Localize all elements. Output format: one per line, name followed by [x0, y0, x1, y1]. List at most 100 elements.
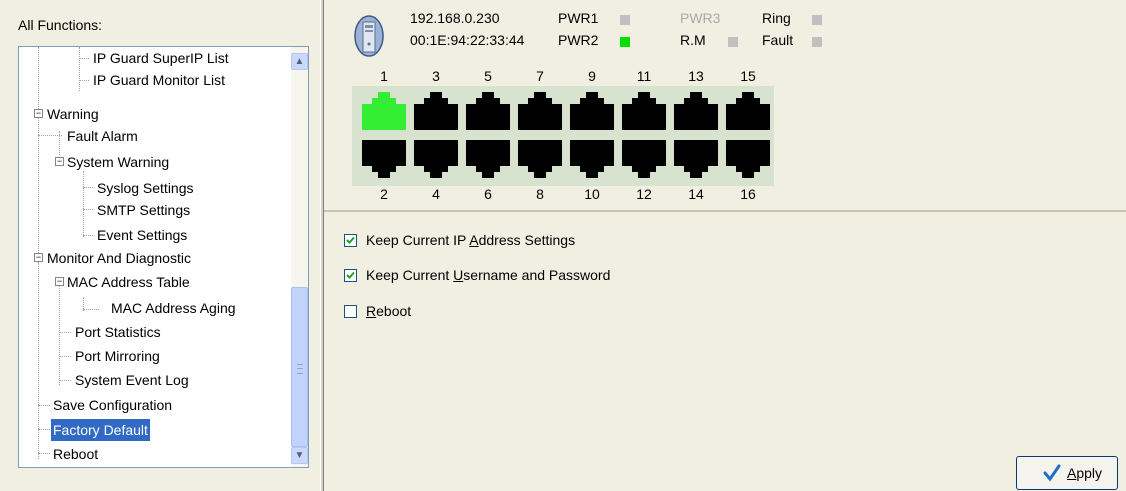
tree-item-monitor-and-diagnostic[interactable]: Monitor And Diagnostic	[47, 247, 191, 269]
tree-line	[83, 187, 93, 188]
tree-line	[59, 332, 71, 333]
tree-item-port-mirroring[interactable]: Port Mirroring	[75, 345, 160, 367]
pwr1-led	[620, 15, 630, 25]
tree-line	[38, 109, 39, 269]
tree-item-mac-address-aging[interactable]: MAC Address Aging	[111, 297, 236, 319]
port-number-5: 5	[484, 68, 492, 84]
tree-item-mac-address-table[interactable]: MAC Address Table	[67, 271, 190, 293]
reboot-label[interactable]: Reboot	[366, 303, 411, 319]
rm-led	[728, 37, 738, 47]
ring-label: Ring	[762, 10, 791, 26]
tree-line	[79, 47, 80, 91]
rm-label: R.M	[680, 32, 706, 48]
keep-ip-checkbox[interactable]	[344, 234, 357, 247]
keep-user-checkbox[interactable]	[344, 269, 357, 282]
keep-ip-label[interactable]: Keep Current IP Address Settings	[366, 232, 575, 248]
tree-scrollbar[interactable]: ▲ ▼	[291, 47, 308, 467]
tree-line	[59, 356, 71, 357]
pwr3-label: PWR3	[680, 10, 721, 26]
tree-item-warning[interactable]: Warning	[47, 103, 99, 125]
port-number-2: 2	[380, 186, 388, 202]
tree-item-system-warning[interactable]: System Warning	[67, 151, 169, 173]
port-number-8: 8	[536, 186, 544, 202]
port-12[interactable]	[622, 140, 666, 180]
tree-item-ip-guard-monitor-list[interactable]: IP Guard Monitor List	[93, 69, 225, 91]
device-mac: 00:1E:94:22:33:44	[410, 32, 525, 48]
tree-item-system-event-log[interactable]: System Event Log	[75, 369, 189, 391]
port-number-1: 1	[380, 68, 388, 84]
right-pane: 192.168.0.230 00:1E:94:22:33:44 PWR1 PWR…	[324, 0, 1126, 491]
scroll-down-icon[interactable]: ▼	[291, 447, 308, 464]
apply-button[interactable]: Apply	[1016, 456, 1118, 490]
port-6[interactable]	[466, 140, 510, 180]
port-number-12: 12	[636, 186, 652, 202]
port-15[interactable]	[726, 90, 770, 130]
expander-minus-icon[interactable]: −	[55, 277, 64, 286]
tree-line	[79, 80, 89, 81]
pwr1-label: PWR1	[558, 10, 599, 26]
expander-minus-icon[interactable]: −	[55, 157, 64, 166]
device-status-panel: 192.168.0.230 00:1E:94:22:33:44 PWR1 PWR…	[324, 0, 1126, 212]
ring-led	[812, 15, 822, 25]
port-number-4: 4	[432, 186, 440, 202]
tree-line	[79, 58, 89, 59]
keep-user-label[interactable]: Keep Current Username and Password	[366, 267, 610, 283]
expander-minus-icon[interactable]: −	[34, 109, 43, 118]
tree-item-factory-default[interactable]: Factory Default	[50, 418, 151, 442]
functions-title: All Functions:	[18, 17, 103, 33]
tree-line	[38, 453, 50, 454]
reboot-checkbox[interactable]	[344, 305, 357, 318]
port-9[interactable]	[570, 90, 614, 130]
port-number-3: 3	[432, 68, 440, 84]
tree-line	[38, 405, 50, 406]
port-11[interactable]	[622, 90, 666, 130]
port-3[interactable]	[414, 90, 458, 130]
scroll-up-icon[interactable]: ▲	[291, 53, 308, 70]
port-number-11: 11	[636, 68, 652, 84]
port-number-15: 15	[740, 68, 756, 84]
tree-line	[59, 380, 71, 381]
apply-label: Apply	[1067, 465, 1103, 481]
tree-line	[83, 209, 93, 210]
port-panel	[352, 86, 774, 186]
tree-item-port-statistics[interactable]: Port Statistics	[75, 321, 161, 343]
port-16[interactable]	[726, 140, 770, 180]
port-1[interactable]	[362, 90, 406, 130]
port-number-7: 7	[536, 68, 544, 84]
pwr2-led	[620, 37, 630, 47]
port-number-6: 6	[484, 186, 492, 202]
port-number-16: 16	[740, 186, 756, 202]
left-pane: All Functions: − − − − IP Guard SuperIP …	[0, 0, 320, 491]
tree-item-event-settings[interactable]: Event Settings	[97, 224, 187, 246]
tree-item-smtp-settings[interactable]: SMTP Settings	[97, 199, 190, 221]
fault-label: Fault	[762, 32, 794, 48]
tree-item-save-configuration[interactable]: Save Configuration	[53, 394, 172, 416]
port-2[interactable]	[362, 140, 406, 180]
port-13[interactable]	[674, 90, 718, 130]
port-7[interactable]	[518, 90, 562, 130]
tree-line	[38, 47, 39, 109]
function-tree[interactable]: − − − − IP Guard SuperIP List IP Guard M…	[18, 46, 309, 468]
tree-item-syslog-settings[interactable]: Syslog Settings	[97, 177, 194, 199]
tree-line	[38, 429, 50, 430]
fault-led	[812, 37, 822, 47]
expander-minus-icon[interactable]: −	[34, 253, 43, 262]
port-number-13: 13	[688, 68, 704, 84]
tree-item-ip-guard-superip-list[interactable]: IP Guard SuperIP List	[93, 47, 229, 69]
pwr2-label: PWR2	[558, 32, 599, 48]
port-10[interactable]	[570, 140, 614, 180]
scroll-thumb[interactable]	[291, 287, 308, 447]
tree-line	[83, 171, 84, 237]
port-14[interactable]	[674, 140, 718, 180]
pc-tower-icon	[354, 15, 384, 57]
port-4[interactable]	[414, 140, 458, 180]
checkmark-icon	[1043, 464, 1061, 482]
port-8[interactable]	[518, 140, 562, 180]
tree-item-reboot[interactable]: Reboot	[53, 443, 98, 465]
device-ip: 192.168.0.230	[410, 10, 500, 26]
port-5[interactable]	[466, 90, 510, 130]
port-number-10: 10	[584, 186, 600, 202]
tree-item-fault-alarm[interactable]: Fault Alarm	[67, 125, 138, 147]
tree-line	[59, 131, 60, 155]
tree-line	[83, 235, 93, 236]
